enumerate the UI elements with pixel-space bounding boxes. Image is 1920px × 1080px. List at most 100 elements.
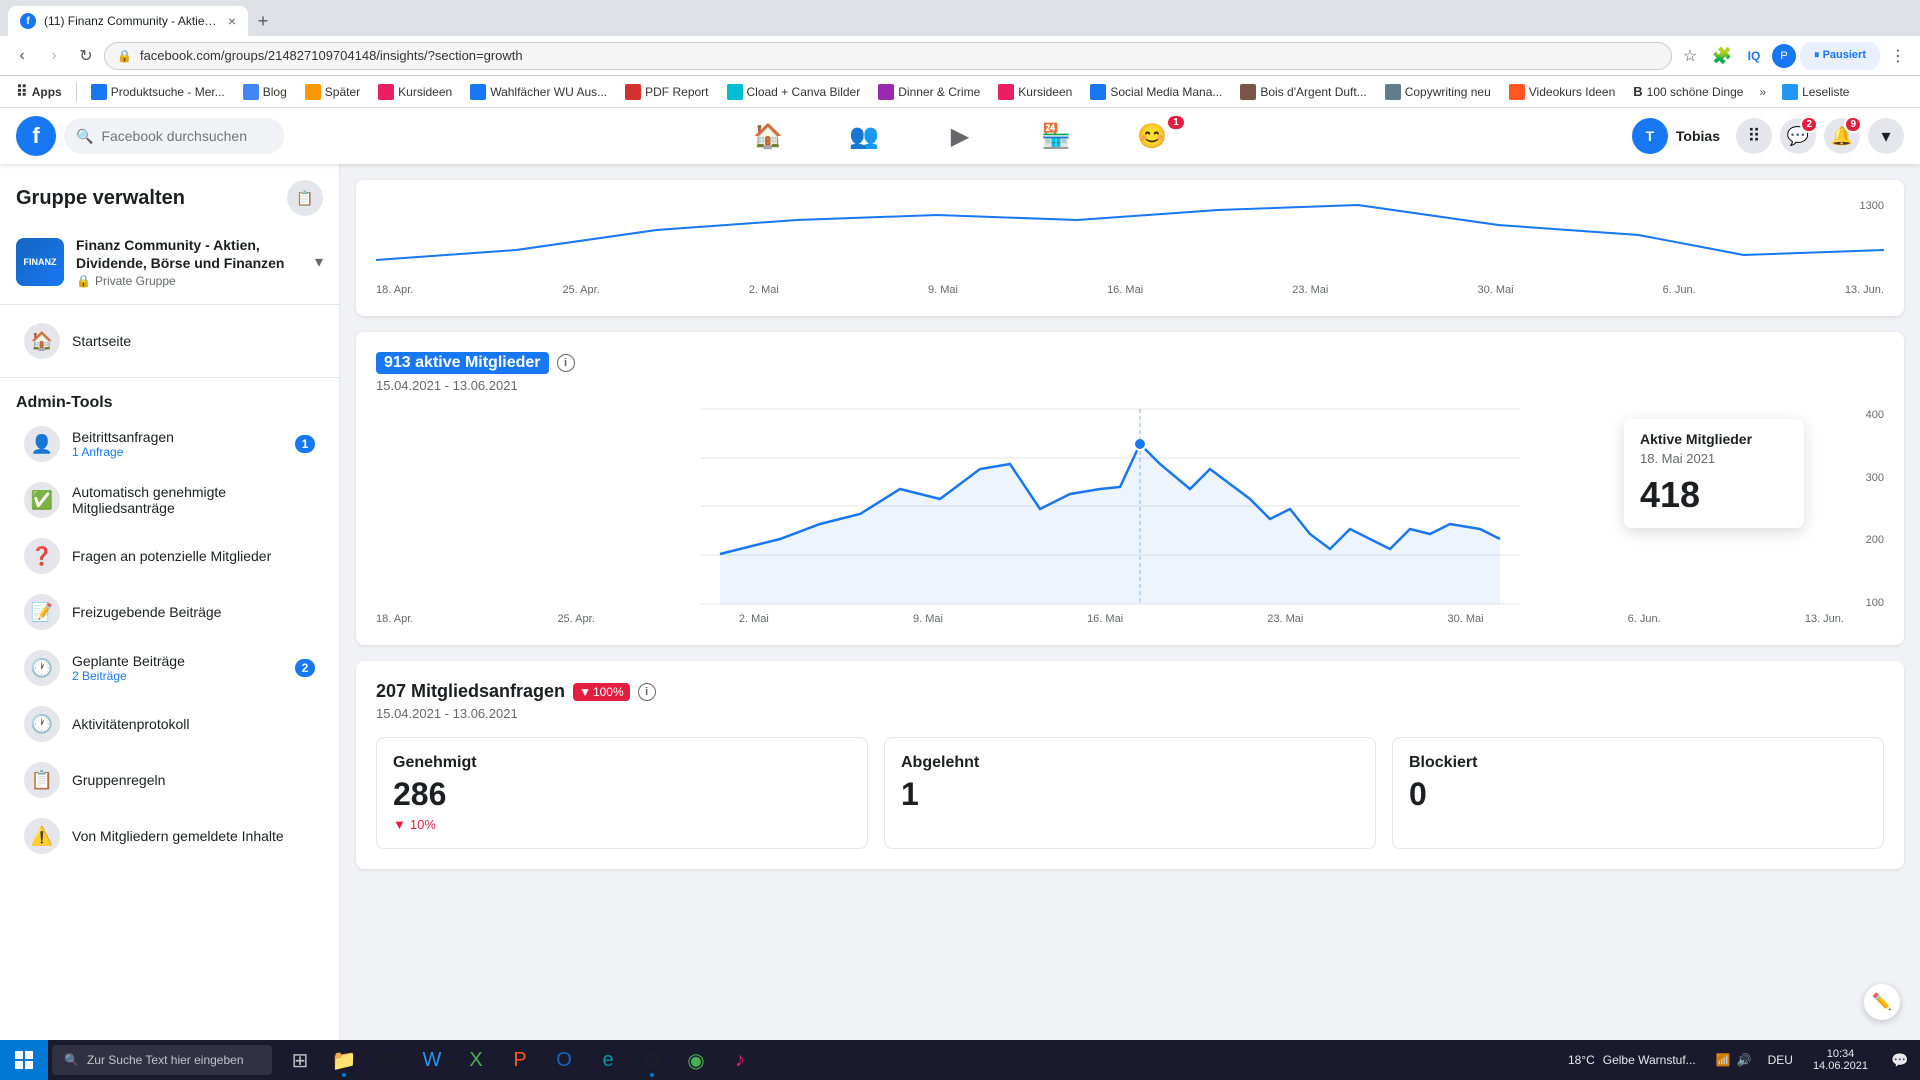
app2-icon: ♪: [735, 1049, 745, 1072]
taskbar-app-app1[interactable]: ◉: [676, 1040, 716, 1080]
menu-button[interactable]: ⋮: [1884, 42, 1912, 70]
taskbar-app-outlook[interactable]: O: [544, 1040, 584, 1080]
active-members-count: 913 aktive Mitglieder: [376, 352, 549, 374]
sidebar-item-beitrittsanfragen[interactable]: 👤 Beitrittsanfragen 1 Anfrage 1: [8, 418, 331, 470]
volume-icon[interactable]: 🔊: [1737, 1053, 1752, 1067]
chart-tooltip: Aktive Mitglieder 18. Mai 2021 418: [1624, 419, 1804, 528]
bookmark-socialmedia[interactable]: Social Media Mana...: [1082, 82, 1230, 102]
taskbar-app-word[interactable]: W: [368, 1040, 408, 1080]
bookmark-kursideen2[interactable]: Kursideen: [990, 82, 1080, 102]
bookmark-copywriting[interactable]: Copywriting neu: [1377, 82, 1499, 102]
sidebar-item-label: Gruppenregeln: [72, 772, 315, 788]
bookmark-pdf[interactable]: PDF Report: [617, 82, 716, 102]
bookmark-videokurs[interactable]: Videokurs Ideen: [1501, 82, 1624, 102]
taskbar-search[interactable]: 🔍 Zur Suche Text hier eingeben: [52, 1045, 272, 1075]
url-bar[interactable]: 🔒 facebook.com/groups/214827109704148/in…: [104, 42, 1672, 70]
bookmark-leseliste[interactable]: Leseliste: [1774, 82, 1857, 102]
taskbar-app-word2[interactable]: W: [412, 1040, 452, 1080]
sidebar-item-startseite[interactable]: 🏠 Startseite: [8, 315, 331, 367]
bookmark-label: Cload + Canva Bilder: [747, 85, 861, 99]
apps-grid-button[interactable]: ⠿: [1736, 118, 1772, 154]
bookmark-spaeter[interactable]: Später: [297, 82, 368, 102]
ppt-icon: P: [513, 1049, 526, 1072]
nav-groups[interactable]: 😊 1: [1104, 108, 1200, 164]
group-name: Finanz Community - Aktien, Dividende, Bö…: [76, 236, 303, 272]
taskbar-app-ppt[interactable]: P: [500, 1040, 540, 1080]
sidebar-title: Gruppe verwalten: [16, 187, 185, 210]
bookmark-label: Blog: [263, 85, 287, 99]
main-content: 1300 18. Apr. 25. Apr. 2. Mai 9. Mai 16.…: [340, 164, 1920, 1080]
bookmark-kursideen1[interactable]: Kursideen: [370, 82, 460, 102]
iq-button[interactable]: IQ: [1740, 42, 1768, 70]
bookmark-label: Später: [325, 85, 360, 99]
tab-favicon: f: [20, 13, 36, 29]
new-tab-button[interactable]: +: [248, 6, 278, 36]
chart-date-range: 15.04.2021 - 13.06.2021: [376, 378, 1884, 393]
back-button[interactable]: ‹: [8, 42, 36, 70]
lock-icon: 🔒: [76, 274, 91, 288]
bookmarks-more-button[interactable]: »: [1753, 83, 1772, 101]
taskbar-clock[interactable]: 10:34 14.06.2021: [1801, 1040, 1880, 1080]
bookmark-produktsuche[interactable]: Produktsuche - Mer...: [83, 82, 233, 102]
nav-friends[interactable]: 👥: [816, 108, 912, 164]
sidebar-divider2: [0, 377, 339, 378]
user-profile-button[interactable]: T Tobias: [1624, 114, 1728, 158]
reload-button[interactable]: ↻: [72, 42, 100, 70]
nav-home[interactable]: 🏠: [720, 108, 816, 164]
action-center-button[interactable]: 💬: [1880, 1040, 1920, 1080]
taskbar-app-taskview[interactable]: ⊞: [280, 1040, 320, 1080]
nav-marketplace[interactable]: 🏪: [1008, 108, 1104, 164]
x-label: 18. Apr.: [376, 613, 413, 625]
bookmark-bois[interactable]: Bois d'Argent Duft...: [1232, 82, 1374, 102]
search-input[interactable]: [101, 128, 261, 144]
edit-share-button[interactable]: ✏️: [1864, 984, 1900, 1020]
taskbar-app-excel[interactable]: X: [456, 1040, 496, 1080]
bookmark-100dinge[interactable]: B 100 schöne Dinge: [1625, 82, 1751, 101]
sidebar-item-gemeldet[interactable]: ⚠️ Von Mitgliedern gemeldete Inhalte: [8, 810, 331, 862]
bookmark-dinner[interactable]: Dinner & Crime: [870, 82, 988, 102]
sidebar-item-sub: 1 Anfrage: [72, 445, 283, 459]
bookmark-icon: [305, 84, 321, 100]
messenger-button[interactable]: 💬 2: [1780, 118, 1816, 154]
active-tab[interactable]: f (11) Finanz Community - Aktien... ×: [8, 6, 248, 36]
sidebar-item-fragen[interactable]: ❓ Fragen an potenzielle Mitglieder: [8, 530, 331, 582]
sidebar-item-aktivitaeten[interactable]: 🕐 Aktivitätenprotokoll: [8, 698, 331, 750]
x-label: 30. Mai: [1477, 284, 1513, 296]
bookmark-star-button[interactable]: ☆: [1676, 42, 1704, 70]
forward-button[interactable]: ›: [40, 42, 68, 70]
bookmark-canva[interactable]: Cload + Canva Bilder: [719, 82, 869, 102]
network-icon[interactable]: 📶: [1716, 1053, 1731, 1067]
sidebar-item-auto-genehmigt[interactable]: ✅ Automatisch genehmigte Mitgliedsanträg…: [8, 474, 331, 526]
group-card[interactable]: FINANZ Finanz Community - Aktien, Divide…: [0, 228, 339, 296]
stats-row: Genehmigt 286 ▼ 10% Abgelehnt 1 Blockier…: [376, 737, 1884, 849]
sidebar-item-freizugebende[interactable]: 📝 Freizugebende Beiträge: [8, 586, 331, 638]
sidebar-item-regeln[interactable]: 📋 Gruppenregeln: [8, 754, 331, 806]
taskbar-app-edge[interactable]: e: [588, 1040, 628, 1080]
search-bar[interactable]: 🔍: [64, 118, 284, 154]
pause-button[interactable]: ⏸ Pausiert: [1800, 42, 1880, 70]
info-icon-active[interactable]: i: [557, 354, 575, 372]
apps-bookmark[interactable]: ⠿ Apps: [8, 80, 70, 104]
bookmark-wahlfaecher[interactable]: Wahlfächer WU Aus...: [462, 82, 615, 102]
admin-tools-title: Admin-Tools: [0, 386, 339, 416]
facebook-app: f 🔍 🏠 👥 ▶ 🏪 😊 1 T: [0, 108, 1920, 1080]
edge-icon: e: [602, 1049, 613, 1072]
taskbar-app-app2[interactable]: ♪: [720, 1040, 760, 1080]
nav-watch[interactable]: ▶: [912, 108, 1008, 164]
close-tab-button[interactable]: ×: [228, 13, 236, 29]
taskbar-app-explorer[interactable]: 📁: [324, 1040, 364, 1080]
taskbar-app-chrome[interactable]: ⊙: [632, 1040, 672, 1080]
account-menu-button[interactable]: ▾: [1868, 118, 1904, 154]
notifications-button[interactable]: 🔔 9: [1824, 118, 1860, 154]
stat-value: 0: [1409, 776, 1867, 813]
bookmark-blog[interactable]: Blog: [235, 82, 295, 102]
profile-button[interactable]: P: [1772, 44, 1796, 68]
sidebar-item-geplante[interactable]: 🕐 Geplante Beiträge 2 Beiträge 2: [8, 642, 331, 694]
info-icon-membership[interactable]: i: [638, 683, 656, 701]
facebook-logo[interactable]: f: [16, 116, 56, 156]
manage-icon-button[interactable]: 📋: [287, 180, 323, 216]
group-info: Finanz Community - Aktien, Dividende, Bö…: [76, 236, 303, 288]
start-button[interactable]: [0, 1040, 48, 1080]
extensions-button[interactable]: 🧩: [1708, 42, 1736, 70]
bookmarks-bar: ⠿ Apps Produktsuche - Mer... Blog Später…: [0, 76, 1920, 108]
